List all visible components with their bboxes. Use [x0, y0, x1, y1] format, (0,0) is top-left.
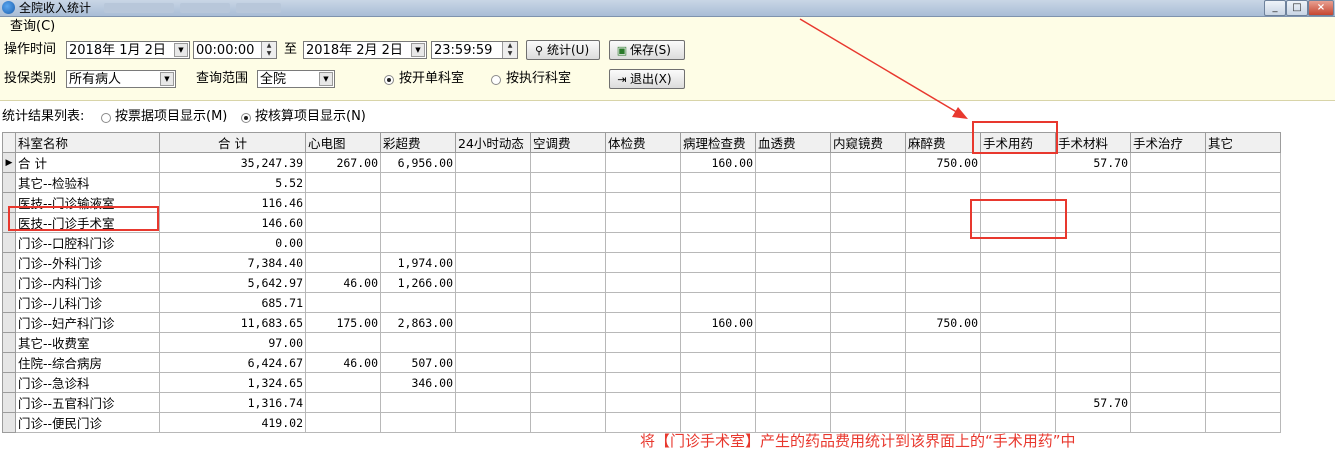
annotation-arrow [799, 18, 968, 119]
annotation-note: 将【门诊手术室】产生的药品费用统计到该界面上的“手术用药”中 [640, 432, 1076, 450]
